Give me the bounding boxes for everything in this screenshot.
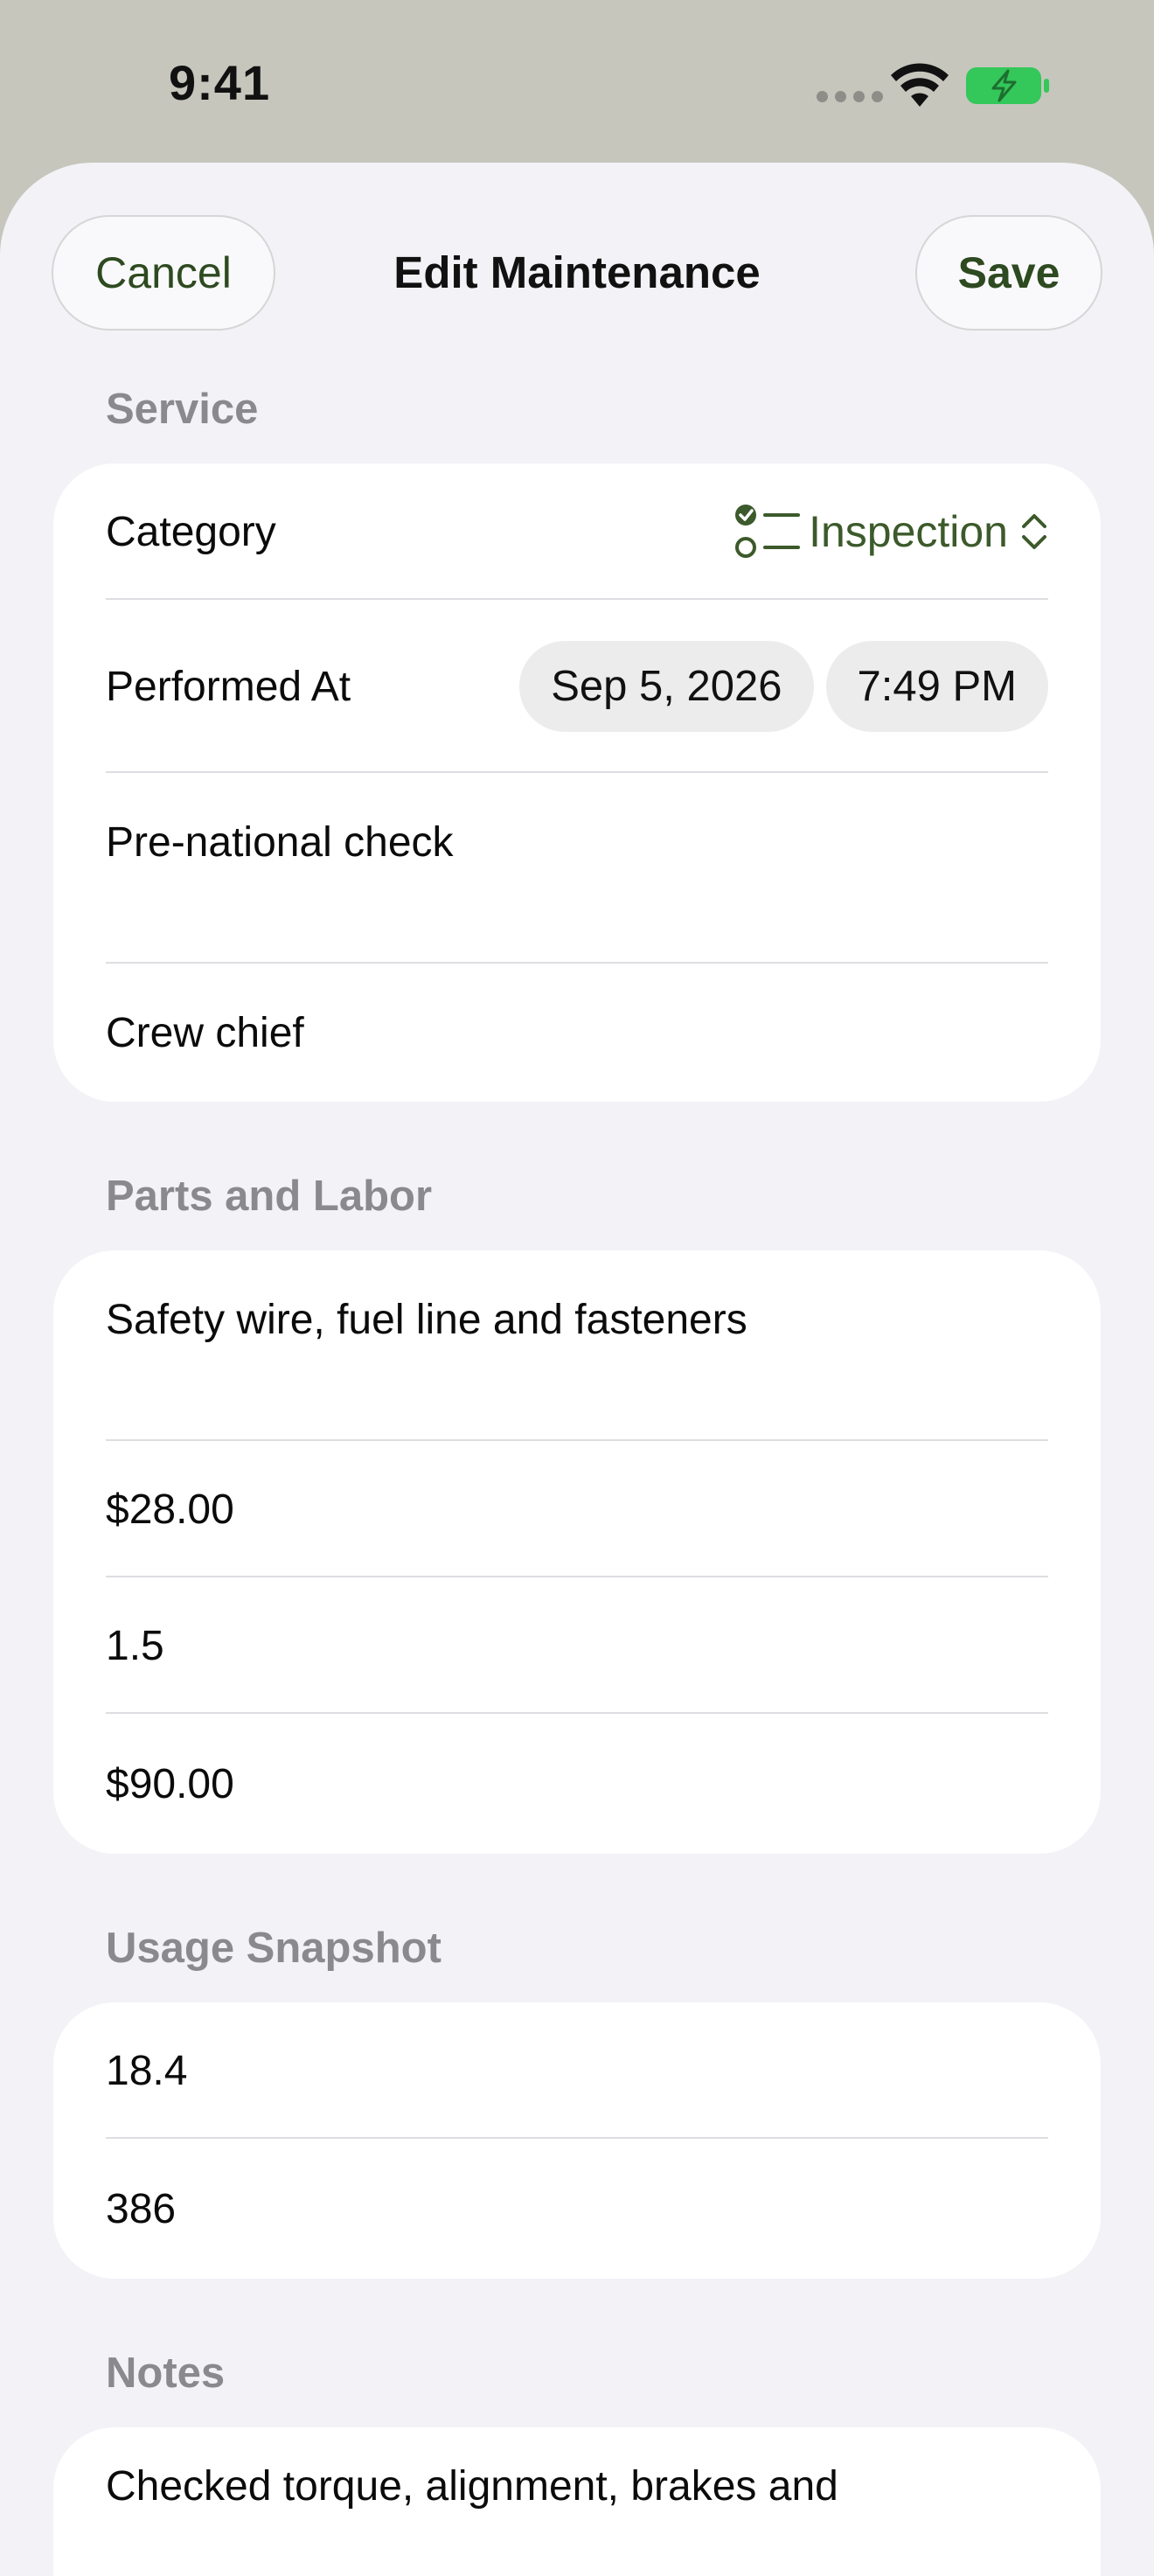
date-picker-button[interactable]: Sep 5, 2026 (519, 641, 814, 732)
battery-charging-icon (966, 67, 1049, 104)
parts-labor-card: Safety wire, fuel line and fasteners $28… (53, 1250, 1101, 1854)
performed-by-text: Crew chief (106, 1009, 304, 1056)
performed-by-field[interactable]: Crew chief (106, 964, 1048, 1102)
category-value: Inspection (809, 507, 1008, 556)
section-header-notes: Notes (106, 2350, 226, 2397)
category-picker[interactable]: Inspection (733, 503, 1048, 560)
chevron-up-down-icon (1022, 514, 1046, 549)
description-field[interactable]: Pre-national check (106, 773, 1048, 964)
notes-text: Checked torque, alignment, brakes and (106, 2463, 838, 2510)
section-header-usage: Usage Snapshot (106, 1925, 441, 1972)
parts-text: Safety wire, fuel line and fasteners (106, 1297, 747, 1343)
category-row[interactable]: Category Inspection (106, 463, 1048, 600)
hours-field[interactable]: 18.4 (106, 2002, 1048, 2139)
parts-cost-text: $28.00 (106, 1486, 234, 1533)
checklist-icon (735, 505, 801, 558)
save-button[interactable]: Save (915, 215, 1102, 331)
labor-cost-field[interactable]: $90.00 (106, 1714, 1048, 1854)
section-header-service: Service (106, 386, 259, 433)
category-label: Category (106, 508, 276, 555)
edit-sheet: Cancel Edit Maintenance Save Service Cat… (0, 163, 1154, 2576)
notes-card: Checked torque, alignment, brakes and (53, 2427, 1101, 2576)
labor-hours-field[interactable]: 1.5 (106, 1577, 1048, 1714)
performed-at-label: Performed At (106, 663, 351, 710)
hours-text: 18.4 (106, 2047, 188, 2094)
status-bar: 9:41 (0, 0, 1154, 166)
labor-hours-text: 1.5 (106, 1622, 164, 1669)
labor-cost-text: $90.00 (106, 1760, 234, 1807)
performed-at-row: Performed At Sep 5, 2026 7:49 PM (106, 600, 1048, 773)
parts-cost-field[interactable]: $28.00 (106, 1441, 1048, 1577)
wifi-icon (891, 63, 949, 107)
description-text: Pre-national check (106, 819, 454, 866)
usage-card: 18.4 386 (53, 2002, 1101, 2279)
section-header-parts-labor: Parts and Labor (106, 1173, 433, 1220)
parts-field[interactable]: Safety wire, fuel line and fasteners (106, 1250, 1048, 1441)
distance-text: 386 (106, 2185, 177, 2232)
time-picker-button[interactable]: 7:49 PM (825, 641, 1048, 732)
service-card: Category Inspection Performed At Sep 5, … (53, 463, 1101, 1102)
distance-field[interactable]: 386 (106, 2139, 1048, 2279)
cellular-signal-icon (817, 91, 883, 102)
status-time: 9:41 (169, 55, 271, 110)
notes-field[interactable]: Checked torque, alignment, brakes and (106, 2427, 1048, 2576)
